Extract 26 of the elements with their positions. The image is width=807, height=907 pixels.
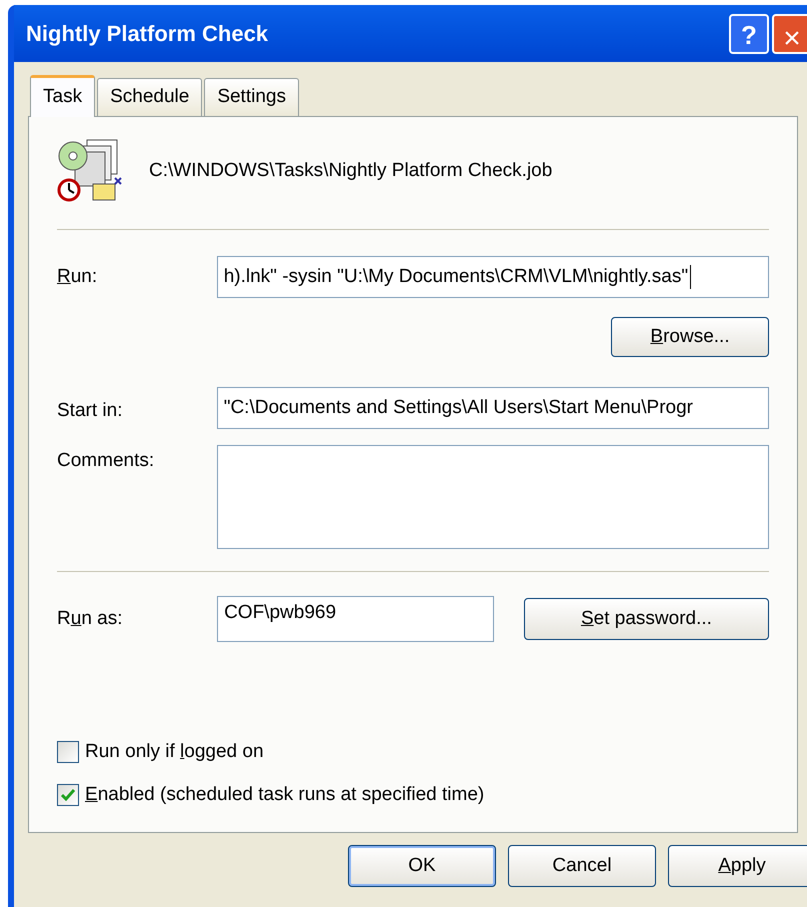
start-in-field[interactable]: "C:\Documents and Settings\All Users\Start Menu\Progr bbox=[216, 387, 769, 429]
run-field[interactable]: h).lnk" -sysin "U:\My Documents\CRM\VLM\nightly.sas" bbox=[216, 256, 769, 298]
dialog-button[interactable]: Cancel bbox=[508, 845, 656, 887]
field-label: Comments: bbox=[57, 449, 156, 473]
run-as-field[interactable]: COF\pwb969 bbox=[217, 596, 494, 642]
set-password-button[interactable]: Set password... bbox=[524, 598, 769, 640]
help-button[interactable]: ? bbox=[729, 14, 769, 54]
field-label: Run as: bbox=[57, 606, 124, 631]
checkbox-label: Enabled (scheduled task runs at specified time) bbox=[85, 782, 484, 806]
tab[interactable]: Schedule bbox=[97, 78, 202, 116]
comments-field[interactable] bbox=[216, 445, 769, 549]
check-icon bbox=[61, 788, 75, 801]
dialog-button[interactable]: OK bbox=[348, 845, 496, 887]
field-label: Run: bbox=[57, 264, 98, 289]
scheduled-task-icon bbox=[57, 138, 123, 204]
dialog-button[interactable]: Apply bbox=[668, 845, 807, 887]
task-file-path: C:\WINDOWS\Tasks\Nightly Platform Check.job bbox=[149, 158, 552, 183]
checkbox[interactable] bbox=[57, 741, 79, 764]
close-button[interactable]: × bbox=[772, 14, 807, 54]
field-label: Start in: bbox=[57, 398, 124, 422]
tab[interactable]: Settings bbox=[204, 78, 299, 116]
tab[interactable]: Task bbox=[30, 75, 96, 117]
window-title: Nightly Platform Check bbox=[26, 20, 270, 48]
checkbox[interactable] bbox=[57, 784, 79, 806]
checkbox-label: Run only if logged on bbox=[85, 740, 264, 764]
browse-button[interactable]: Browse... bbox=[611, 317, 769, 357]
